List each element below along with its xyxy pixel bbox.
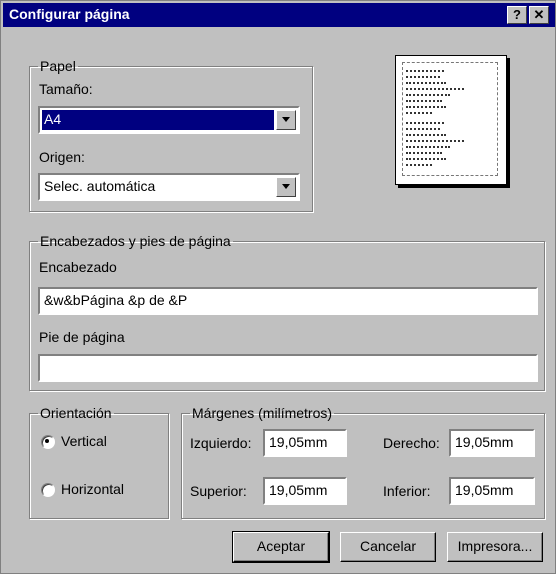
printer-button[interactable]: Impresora...: [447, 532, 543, 562]
preview-line: [406, 112, 432, 115]
title-bar[interactable]: Configurar página ? ✕: [3, 3, 555, 27]
window-title: Configurar página: [9, 6, 130, 22]
preview-line: [406, 94, 450, 97]
page-preview: [395, 55, 507, 185]
source-value: Selec. automática: [44, 178, 156, 194]
source-dropdown-arrow-icon[interactable]: [276, 177, 296, 197]
vertical-radio[interactable]: [41, 435, 55, 449]
header-input[interactable]: &w&bPágina &p de &P: [38, 287, 538, 315]
footer-input[interactable]: [38, 354, 538, 382]
preview-line: [406, 82, 446, 85]
vertical-label[interactable]: Vertical: [61, 433, 107, 449]
preview-line: [406, 140, 464, 143]
footer-label: Pie de página: [39, 329, 125, 345]
headers-group-label: Encabezados y pies de página: [40, 233, 231, 249]
ok-button[interactable]: Aceptar: [232, 531, 330, 563]
size-label: Tamaño:: [39, 81, 93, 97]
preview-line: [406, 158, 446, 161]
preview-line: [406, 76, 440, 79]
size-dropdown-arrow-icon[interactable]: [276, 110, 296, 130]
source-label: Origen:: [39, 149, 85, 165]
preview-line: [406, 70, 444, 73]
left-margin-value: 19,05mm: [269, 434, 328, 450]
page-setup-dialog: Configurar página ? ✕ Papel Tamaño: A4 O…: [0, 0, 556, 574]
left-margin-label: Izquierdo:: [190, 435, 252, 451]
left-margin-input[interactable]: 19,05mm: [263, 429, 347, 457]
source-select[interactable]: Selec. automática: [38, 173, 300, 201]
top-margin-label: Superior:: [190, 483, 247, 499]
orientation-group-label: Orientación: [40, 405, 112, 421]
size-select[interactable]: A4: [38, 106, 300, 134]
orientation-group: Orientación: [29, 405, 169, 519]
preview-line: [406, 106, 446, 109]
header-label: Encabezado: [39, 259, 117, 275]
right-margin-input[interactable]: 19,05mm: [449, 429, 535, 457]
margins-group-label: Márgenes (milímetros): [192, 405, 333, 421]
bottom-margin-value: 19,05mm: [455, 482, 514, 498]
top-margin-input[interactable]: 19,05mm: [263, 477, 347, 505]
right-margin-label: Derecho:: [383, 435, 440, 451]
preview-line: [406, 88, 464, 91]
right-margin-value: 19,05mm: [455, 434, 514, 450]
preview-line: [406, 128, 440, 131]
horizontal-label[interactable]: Horizontal: [61, 481, 124, 497]
horizontal-radio[interactable]: [41, 483, 55, 497]
bottom-margin-label: Inferior:: [383, 483, 431, 499]
size-selection: A4: [42, 110, 274, 130]
cancel-button[interactable]: Cancelar: [340, 532, 436, 562]
preview-line: [406, 152, 442, 155]
size-value: A4: [44, 111, 62, 127]
preview-line: [406, 134, 446, 137]
preview-line: [406, 100, 442, 103]
preview-line: [406, 122, 444, 125]
preview-line: [406, 146, 450, 149]
close-button[interactable]: ✕: [529, 6, 549, 24]
help-button[interactable]: ?: [507, 6, 527, 24]
header-value: &w&bPágina &p de &P: [44, 292, 188, 308]
bottom-margin-input[interactable]: 19,05mm: [449, 477, 535, 505]
paper-group-label: Papel: [40, 58, 76, 74]
preview-line: [406, 164, 432, 167]
top-margin-value: 19,05mm: [269, 482, 328, 498]
